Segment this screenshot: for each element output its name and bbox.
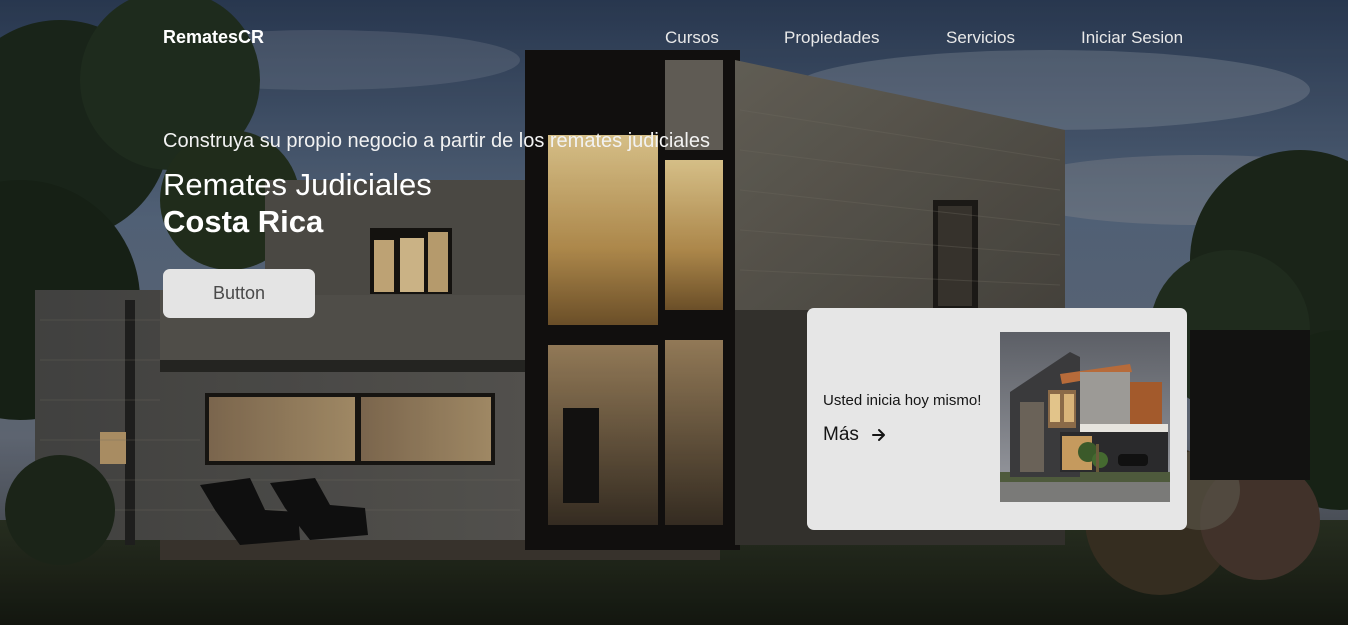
hero-tagline: Construya su propio negocio a partir de … [163, 130, 710, 152]
main-nav: Cursos Propiedades Servicios Iniciar Ses… [0, 28, 1348, 52]
promo-card: Usted inicia hoy mismo! Más [807, 308, 1187, 530]
promo-house-image [1000, 332, 1170, 502]
promo-more-link[interactable]: Más [823, 424, 887, 446]
promo-more-label: Más [823, 424, 859, 445]
nav-link-cursos[interactable]: Cursos [665, 28, 719, 48]
promo-text: Usted inicia hoy mismo! [823, 392, 982, 409]
hero-title: Remates Judiciales [163, 167, 432, 202]
nav-link-iniciar-sesion[interactable]: Iniciar Sesion [1081, 28, 1183, 48]
nav-link-propiedades[interactable]: Propiedades [784, 28, 879, 48]
hero-cta-button[interactable]: Button [163, 269, 315, 318]
nav-link-servicios[interactable]: Servicios [946, 28, 1015, 48]
hero-subtitle: Costa Rica [163, 204, 324, 239]
arrow-right-icon [871, 429, 885, 441]
